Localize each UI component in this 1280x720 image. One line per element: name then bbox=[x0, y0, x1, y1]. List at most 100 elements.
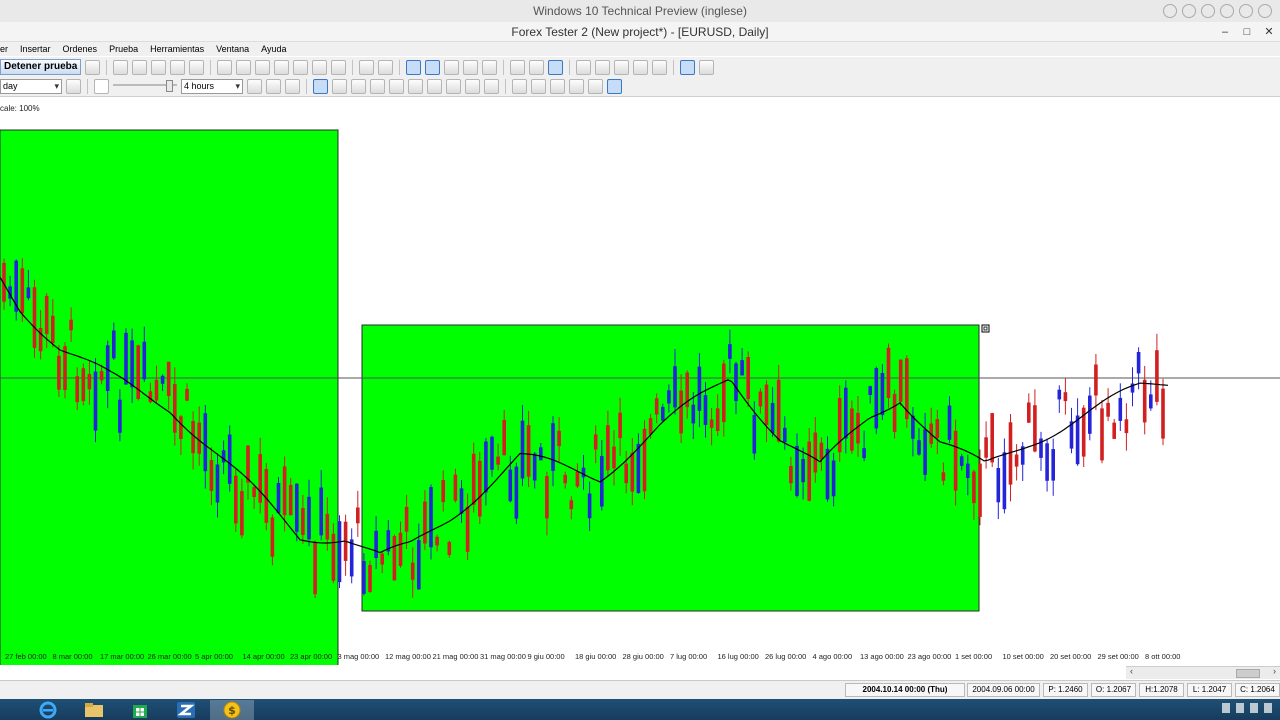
open-icon[interactable] bbox=[113, 59, 129, 75]
candle-body bbox=[807, 441, 811, 501]
step-bar-icon[interactable] bbox=[247, 79, 262, 94]
gear-icon[interactable] bbox=[66, 79, 81, 94]
settings-icon[interactable] bbox=[1201, 4, 1215, 18]
speed-select[interactable]: 4 hours bbox=[181, 79, 243, 94]
monitor-icon[interactable] bbox=[652, 59, 668, 75]
pin-icon[interactable] bbox=[1163, 4, 1177, 18]
speed-slider-thumb[interactable] bbox=[166, 79, 173, 92]
bar-chart-icon[interactable] bbox=[406, 59, 422, 75]
close-button[interactable]: ✕ bbox=[1258, 22, 1280, 42]
fibonacci-icon[interactable] bbox=[465, 79, 480, 94]
add-indicator-icon[interactable] bbox=[576, 59, 592, 75]
tray-icon[interactable] bbox=[1264, 703, 1272, 713]
page-r-icon[interactable] bbox=[255, 59, 271, 75]
date-axis-label: 26 lug 00:00 bbox=[765, 652, 807, 661]
scroll-left-icon[interactable]: ‹ bbox=[1130, 666, 1133, 676]
print-icon[interactable] bbox=[151, 59, 167, 75]
timeframe-select[interactable]: day bbox=[0, 79, 62, 94]
step-forward-icon[interactable] bbox=[189, 59, 205, 75]
fan-icon[interactable] bbox=[550, 79, 565, 94]
price-chart[interactable] bbox=[0, 97, 1280, 665]
candle-body bbox=[197, 422, 201, 454]
candle-body bbox=[81, 368, 86, 402]
settings-icon[interactable] bbox=[85, 59, 101, 75]
highlight-rectangle[interactable] bbox=[361, 324, 980, 612]
indicator-icon[interactable] bbox=[510, 59, 526, 75]
chart-highlight-rectangles bbox=[0, 129, 980, 665]
rectangle-resize-handle[interactable] bbox=[981, 324, 990, 333]
candle-body bbox=[1124, 419, 1129, 434]
store-icon[interactable] bbox=[118, 700, 162, 720]
vertical-line-icon[interactable] bbox=[351, 79, 366, 94]
copy-icon[interactable] bbox=[132, 59, 148, 75]
zoom-out-icon[interactable] bbox=[378, 59, 394, 75]
delete-objects-icon[interactable] bbox=[607, 79, 622, 94]
menu-item-help[interactable]: Ayuda bbox=[261, 42, 286, 56]
candle-body bbox=[886, 347, 891, 398]
menu-item-orders[interactable]: Ordenes bbox=[63, 42, 98, 56]
edit-doc-icon[interactable] bbox=[312, 59, 328, 75]
ie-icon[interactable] bbox=[26, 700, 70, 720]
trend-line-icon[interactable] bbox=[389, 79, 404, 94]
autoscroll-icon[interactable] bbox=[548, 59, 564, 75]
step-tick-icon[interactable] bbox=[285, 79, 300, 94]
color-picker-icon[interactable] bbox=[484, 79, 499, 94]
candle-body bbox=[179, 416, 183, 439]
horizontal-scrollbar[interactable]: ‹ › bbox=[1126, 666, 1280, 679]
step-back-icon[interactable] bbox=[170, 59, 186, 75]
close-icon[interactable] bbox=[1258, 4, 1272, 18]
step-candle-icon[interactable] bbox=[266, 79, 281, 94]
crosshair-icon[interactable] bbox=[332, 79, 347, 94]
volume-icon[interactable] bbox=[529, 59, 545, 75]
arc-icon[interactable] bbox=[569, 79, 584, 94]
cursor-icon[interactable] bbox=[313, 79, 328, 94]
stop-test-button[interactable]: Detener prueba bbox=[0, 59, 82, 75]
horizontal-line-icon[interactable] bbox=[370, 79, 385, 94]
tray-icon[interactable] bbox=[1236, 703, 1244, 713]
new-document-icon[interactable] bbox=[217, 59, 233, 75]
menu-item-test[interactable]: Prueba bbox=[109, 42, 138, 56]
pause-icon[interactable] bbox=[94, 79, 109, 94]
menu-item-insert[interactable]: Insertar bbox=[20, 42, 51, 56]
minimize-button[interactable]: – bbox=[1214, 22, 1236, 42]
tray-icon[interactable] bbox=[1250, 703, 1258, 713]
grid-icon[interactable] bbox=[463, 59, 479, 75]
minimize-icon[interactable] bbox=[1220, 4, 1234, 18]
close-doc-icon[interactable] bbox=[293, 59, 309, 75]
ray-icon[interactable] bbox=[408, 79, 423, 94]
text-icon[interactable] bbox=[446, 79, 461, 94]
page-p-icon[interactable] bbox=[236, 59, 252, 75]
restore-icon[interactable] bbox=[1239, 4, 1253, 18]
check-doc-icon[interactable] bbox=[274, 59, 290, 75]
wand-icon[interactable] bbox=[633, 59, 649, 75]
zoom-in-icon[interactable] bbox=[359, 59, 375, 75]
line-chart-icon[interactable] bbox=[444, 59, 460, 75]
menu-item-window[interactable]: Ventana bbox=[216, 42, 249, 56]
news-icon[interactable] bbox=[680, 59, 696, 75]
speed-slider[interactable] bbox=[113, 79, 177, 94]
date-axis-label: 8 mar 00:00 bbox=[52, 652, 93, 661]
file-explorer-icon[interactable] bbox=[72, 700, 116, 720]
candle-body bbox=[173, 384, 177, 433]
candlestick-chart-icon[interactable] bbox=[425, 59, 441, 75]
menu-item-file[interactable]: er bbox=[0, 42, 8, 56]
menu-item-tools[interactable]: Herramientas bbox=[150, 42, 204, 56]
channel-icon[interactable] bbox=[512, 79, 527, 94]
tray-icon[interactable] bbox=[1222, 703, 1230, 713]
refresh-doc-icon[interactable] bbox=[331, 59, 347, 75]
calendar-icon[interactable] bbox=[699, 59, 715, 75]
maximize-button[interactable]: □ bbox=[1236, 22, 1258, 42]
scroll-right-icon[interactable]: › bbox=[1273, 666, 1276, 676]
candle-body bbox=[380, 553, 384, 565]
chevron-down-icon[interactable] bbox=[595, 59, 611, 75]
forex-tester-icon[interactable] bbox=[164, 700, 208, 720]
export-icon[interactable] bbox=[614, 59, 630, 75]
refresh-icon[interactable] bbox=[1182, 4, 1196, 18]
dollar-icon[interactable]: $ bbox=[210, 700, 254, 720]
fibo-time-icon[interactable] bbox=[531, 79, 546, 94]
pencil-icon[interactable] bbox=[588, 79, 603, 94]
scrollbar-thumb[interactable] bbox=[1236, 669, 1260, 678]
template-icon[interactable] bbox=[482, 59, 498, 75]
candle-body bbox=[57, 355, 61, 390]
w-pattern-icon[interactable] bbox=[427, 79, 442, 94]
